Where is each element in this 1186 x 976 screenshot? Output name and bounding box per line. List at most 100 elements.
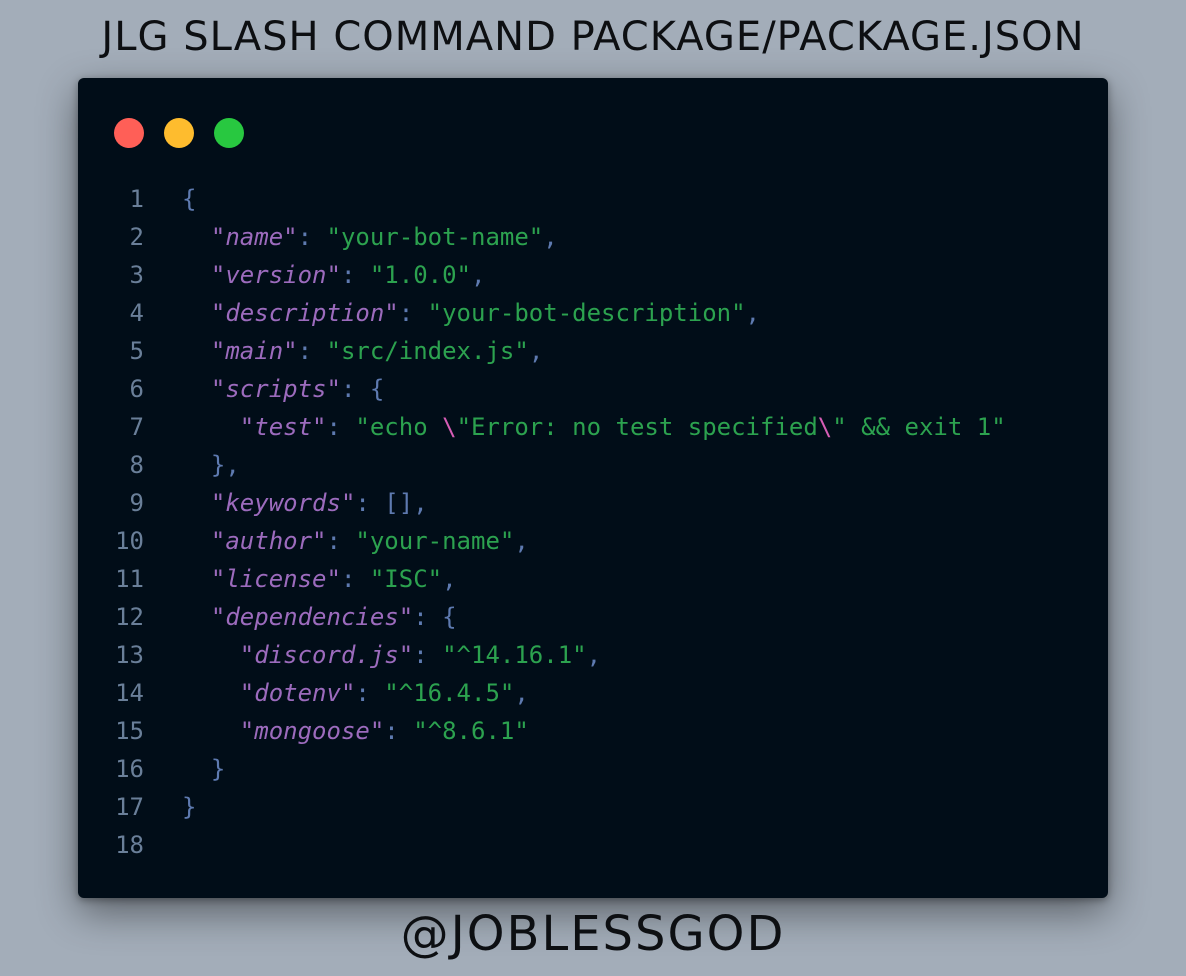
code-token: , <box>471 261 486 289</box>
code-text: "author": "your-name", <box>182 522 529 560</box>
code-text: "discord.js": "^14.16.1", <box>182 636 601 674</box>
line-number: 4 <box>129 299 144 327</box>
line-number: 6 <box>129 375 144 403</box>
code-token: , <box>586 641 602 669</box>
code-line: 5 "main": "src/index.js", <box>78 332 1006 370</box>
code-token: : <box>297 337 327 365</box>
line-number: 5 <box>129 337 144 365</box>
code-token: "your-name" <box>355 527 515 555</box>
line-number: 7 <box>129 413 144 441</box>
code-text: }, <box>182 446 240 484</box>
code-token: : { <box>340 375 385 403</box>
line-number: 11 <box>115 565 144 593</box>
code-line: 4 "description": "your-bot-description", <box>78 294 1006 332</box>
code-text: "dotenv": "^16.4.5", <box>182 674 529 712</box>
code-block[interactable]: 1{2 "name": "your-bot-name", 3 "version":… <box>78 180 1006 864</box>
code-token: , <box>543 223 558 251</box>
code-text: "name": "your-bot-name", <box>182 218 558 256</box>
line-number: 13 <box>115 641 144 669</box>
code-token: "src/index.js" <box>326 337 529 365</box>
code-token: : { <box>413 603 457 631</box>
code-token: , <box>514 679 529 707</box>
code-token: } <box>182 793 197 821</box>
code-line: 18 <box>78 826 1006 864</box>
maximize-dot-icon[interactable] <box>214 118 244 148</box>
code-line: 1{ <box>78 180 1006 218</box>
line-number: 18 <box>115 831 144 859</box>
code-text: "dependencies": { <box>182 598 457 636</box>
code-token: : <box>340 565 370 593</box>
code-token: "version" <box>210 261 341 289</box>
close-dot-icon[interactable] <box>114 118 144 148</box>
line-number: 17 <box>115 793 144 821</box>
code-token: "^8.6.1" <box>413 717 529 745</box>
code-line: 10 "author": "your-name", <box>78 522 1006 560</box>
code-token: : <box>297 223 327 251</box>
code-token: "author" <box>210 527 327 555</box>
code-line: 3 "version": "1.0.0", <box>78 256 1006 294</box>
code-token: { <box>182 185 197 213</box>
code-token: , <box>528 337 544 365</box>
code-token: } <box>182 755 226 783</box>
code-token: "^16.4.5" <box>384 679 515 707</box>
code-line: 16 } <box>78 750 1006 788</box>
code-token: : [], <box>355 489 428 517</box>
code-token: "scripts" <box>210 375 341 403</box>
code-token: , <box>745 299 760 327</box>
line-number: 8 <box>129 451 144 479</box>
line-number: 12 <box>115 603 144 631</box>
code-token: : <box>384 717 414 745</box>
code-token: "mongoose" <box>239 717 385 745</box>
line-number: 15 <box>115 717 144 745</box>
code-text: "mongoose": "^8.6.1" <box>182 712 529 750</box>
code-line: 14 "dotenv": "^16.4.5", <box>78 674 1006 712</box>
code-line: 6 "scripts": { <box>78 370 1006 408</box>
code-token: \ <box>817 413 833 441</box>
line-number: 1 <box>129 185 144 213</box>
code-token: : <box>355 679 385 707</box>
code-line: 13 "discord.js": "^14.16.1", <box>78 636 1006 674</box>
code-line: 17} <box>78 788 1006 826</box>
code-token: \ <box>442 413 457 441</box>
code-token: , <box>442 565 457 593</box>
code-token: "discord.js" <box>239 641 414 669</box>
code-token: " && exit 1" <box>832 413 1006 441</box>
code-token: : <box>398 299 428 327</box>
code-text: "test": "echo \"Error: no test specified… <box>182 408 1006 446</box>
code-line: 7 "test": "echo \"Error: no test specifi… <box>78 408 1006 446</box>
page-title: JLG SLASH COMMAND PACKAGE/PACKAGE.JSON <box>101 14 1085 60</box>
code-line: 8 }, <box>78 446 1006 484</box>
code-token: : <box>326 527 356 555</box>
code-token: "license" <box>210 565 341 593</box>
code-token: "Error: no test specified <box>456 413 818 441</box>
code-token: "dotenv" <box>239 679 356 707</box>
code-text: "version": "1.0.0", <box>182 256 486 294</box>
code-token: "1.0.0" <box>369 261 472 289</box>
code-token: }, <box>182 451 240 479</box>
code-token: "name" <box>210 223 298 251</box>
code-token: , <box>514 527 529 555</box>
code-token: "echo <box>355 413 443 441</box>
code-token: : <box>326 413 356 441</box>
code-line: 12 "dependencies": { <box>78 598 1006 636</box>
line-number: 10 <box>115 527 144 555</box>
code-text: "license": "ISC", <box>182 560 457 598</box>
line-number: 16 <box>115 755 144 783</box>
code-token: "ISC" <box>369 565 443 593</box>
minimize-dot-icon[interactable] <box>164 118 194 148</box>
code-line: 9 "keywords": [], <box>78 484 1006 522</box>
code-text: "keywords": [], <box>182 484 428 522</box>
code-token: "test" <box>239 413 327 441</box>
